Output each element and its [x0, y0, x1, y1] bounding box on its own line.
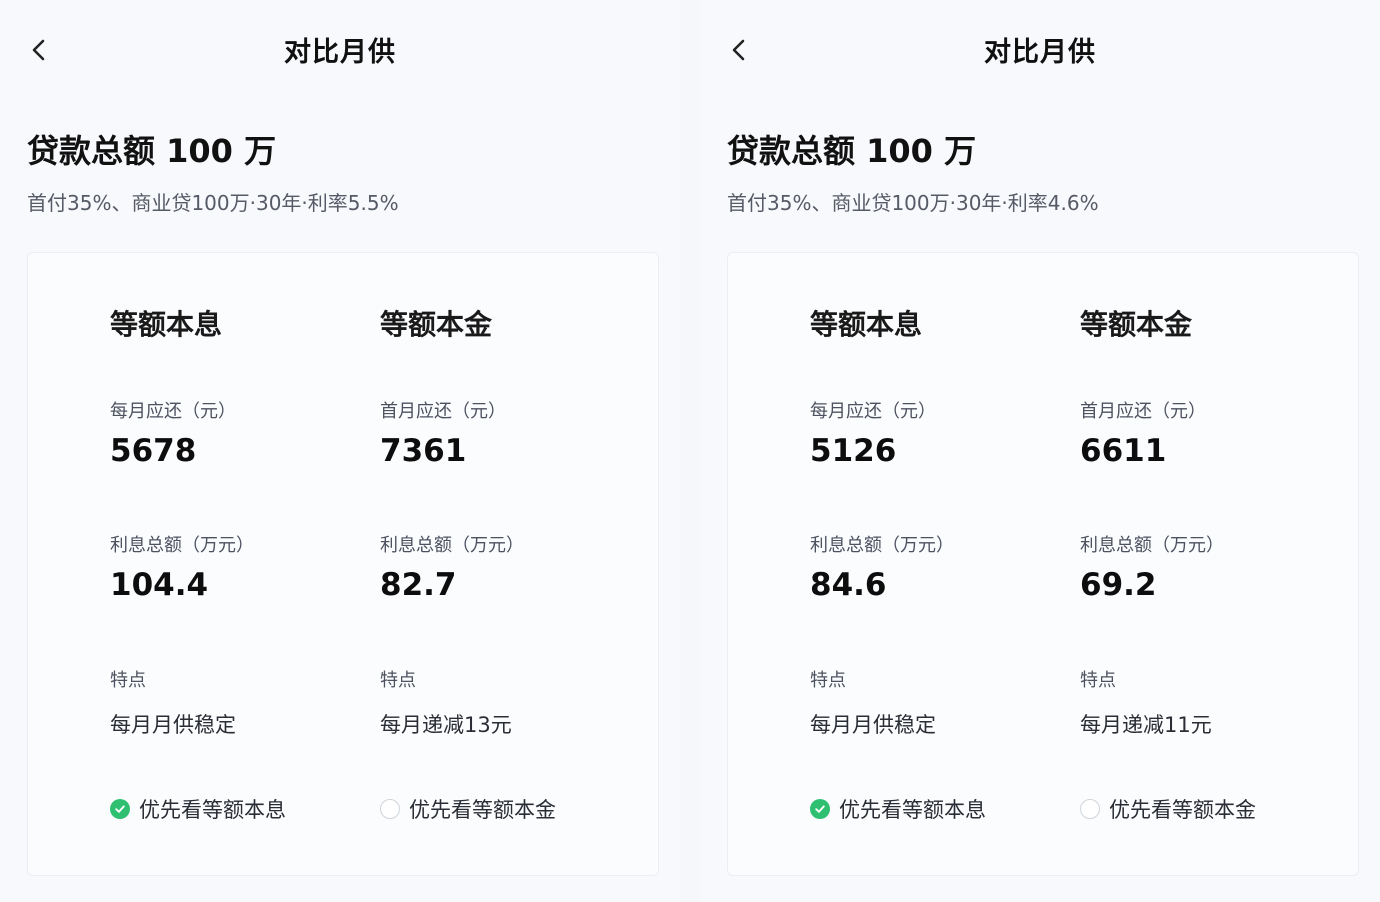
monthly-label: 每月应还（元） [110, 401, 236, 422]
method-name: 等额本息 [110, 308, 223, 341]
loan-subtitle: 首付35%、商业贷100万·30年·利率5.5% [27, 191, 399, 215]
method-name: 等额本金 [1080, 308, 1193, 341]
method-column-equal-installment: 等额本息 每月应还（元） 5126 利息总额（万元） 84.6 特点 每月月供稳… [810, 253, 1080, 873]
feature-label: 特点 [110, 670, 146, 691]
method-column-equal-installment: 等额本息 每月应还（元） 5678 利息总额（万元） 104.4 特点 每月月供… [110, 253, 380, 873]
prefer-equal-installment-radio[interactable]: 优先看等额本息 [110, 794, 286, 824]
panel-rate-4-6: 对比月供 贷款总额 100 万 首付35%、商业贷100万·30年·利率4.6%… [700, 0, 1380, 902]
interest-value: 82.7 [380, 567, 457, 603]
monthly-value: 5126 [810, 433, 897, 469]
monthly-value: 6611 [1080, 433, 1167, 469]
empty-circle-icon [1080, 799, 1100, 819]
comparison-card: 等额本息 每月应还（元） 5126 利息总额（万元） 84.6 特点 每月月供稳… [727, 252, 1359, 876]
page-title: 对比月供 [284, 37, 396, 68]
page-title: 对比月供 [984, 37, 1096, 68]
feature-text: 每月月供稳定 [810, 713, 936, 737]
interest-value: 69.2 [1080, 567, 1157, 603]
method-name: 等额本息 [810, 308, 923, 341]
monthly-value: 7361 [380, 433, 467, 469]
interest-value: 84.6 [810, 567, 887, 603]
feature-text: 每月递减11元 [1080, 713, 1212, 737]
monthly-label: 首月应还（元） [1080, 401, 1206, 422]
method-name: 等额本金 [380, 308, 493, 341]
choice-label: 优先看等额本息 [839, 798, 986, 822]
prefer-equal-principal-radio[interactable]: 优先看等额本金 [1080, 794, 1256, 824]
interest-label: 利息总额（万元） [380, 535, 524, 556]
prefer-equal-installment-radio[interactable]: 优先看等额本息 [810, 794, 986, 824]
prefer-equal-principal-radio[interactable]: 优先看等额本金 [380, 794, 556, 824]
feature-text: 每月递减13元 [380, 713, 512, 737]
monthly-label: 首月应还（元） [380, 401, 506, 422]
loan-total-title: 贷款总额 100 万 [27, 132, 277, 170]
feature-label: 特点 [810, 670, 846, 691]
method-column-equal-principal: 等额本金 首月应还（元） 7361 利息总额（万元） 82.7 特点 每月递减1… [380, 253, 650, 873]
choice-label: 优先看等额本金 [1109, 798, 1256, 822]
choice-label: 优先看等额本金 [409, 798, 556, 822]
feature-text: 每月月供稳定 [110, 713, 236, 737]
feature-label: 特点 [1080, 670, 1116, 691]
interest-label: 利息总额（万元） [810, 535, 954, 556]
interest-value: 104.4 [110, 567, 209, 603]
empty-circle-icon [380, 799, 400, 819]
panel-rate-5-5: 对比月供 贷款总额 100 万 首付35%、商业贷100万·30年·利率5.5%… [0, 0, 680, 902]
interest-label: 利息总额（万元） [1080, 535, 1224, 556]
method-column-equal-principal: 等额本金 首月应还（元） 6611 利息总额（万元） 69.2 特点 每月递减1… [1080, 253, 1350, 873]
loan-subtitle: 首付35%、商业贷100万·30年·利率4.6% [727, 191, 1099, 215]
comparison-card: 等额本息 每月应还（元） 5678 利息总额（万元） 104.4 特点 每月月供… [27, 252, 659, 876]
feature-label: 特点 [380, 670, 416, 691]
loan-total-title: 贷款总额 100 万 [727, 132, 977, 170]
monthly-value: 5678 [110, 433, 197, 469]
choice-label: 优先看等额本息 [139, 798, 286, 822]
check-circle-icon [110, 799, 130, 819]
comparison-screenshot: 对比月供 贷款总额 100 万 首付35%、商业贷100万·30年·利率5.5%… [0, 0, 1380, 902]
monthly-label: 每月应还（元） [810, 401, 936, 422]
check-circle-icon [810, 799, 830, 819]
interest-label: 利息总额（万元） [110, 535, 254, 556]
